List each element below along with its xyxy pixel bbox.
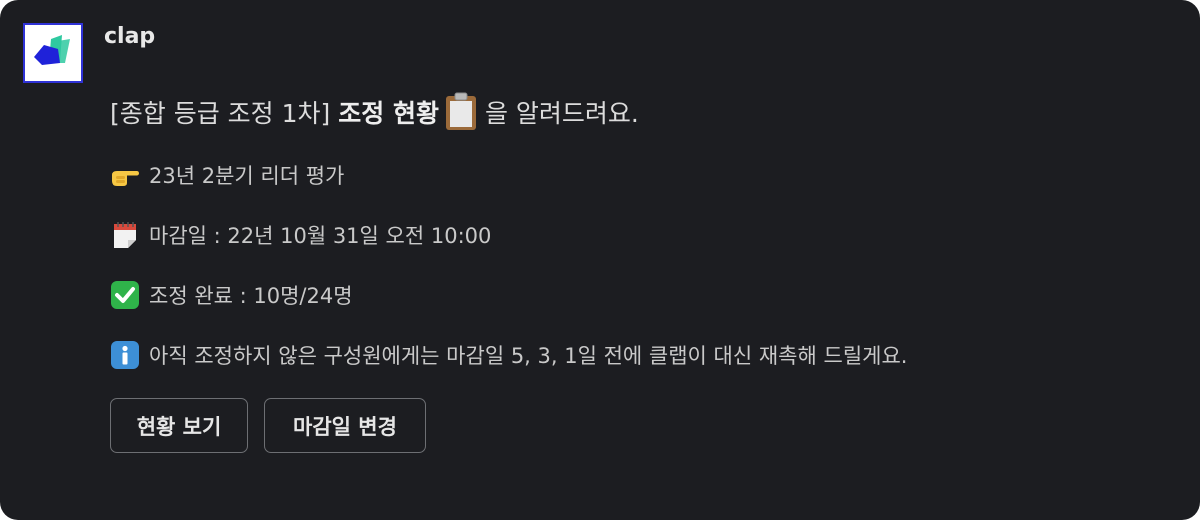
title-prefix: [종합 등급 조정 1차] [110, 99, 331, 128]
clap-logo-avatar[interactable] [23, 23, 83, 83]
list-item-text: 마감일 : 22년 10월 31일 오전 10:00 [149, 224, 492, 248]
view-status-button[interactable]: 현황 보기 [110, 398, 248, 453]
list-item: 23년 2분기 리더 평가 [110, 160, 344, 190]
list-item: 아직 조정하지 않은 구성원에게는 마감일 5, 3, 1일 전에 클랩이 대신… [110, 340, 907, 370]
list-item: 조정 완료 : 10명/24명 [110, 280, 353, 310]
message-title: [종합 등급 조정 1차] 조정 현황 을 알려드려요. [110, 92, 639, 132]
title-suffix: 을 알려드려요. [484, 99, 639, 128]
list-item-text: 조정 완료 : 10명/24명 [149, 284, 353, 308]
check-mark-icon [110, 280, 140, 310]
list-item: 마감일 : 22년 10월 31일 오전 10:00 [110, 220, 491, 250]
list-item-text: 23년 2분기 리더 평가 [149, 164, 345, 188]
calendar-icon [110, 220, 140, 250]
clap-logo-icon [34, 35, 70, 65]
clipboard-icon [443, 92, 479, 132]
list-item-text: 아직 조정하지 않은 구성원에게는 마감일 5, 3, 1일 전에 클랩이 대신… [149, 344, 908, 368]
sender-name[interactable]: clap [104, 24, 155, 49]
title-bold: 조정 현황 [338, 99, 439, 128]
message-card: clap [종합 등급 조정 1차] 조정 현황 을 알려드려요. 23년 2분… [0, 0, 1200, 520]
change-deadline-button[interactable]: 마감일 변경 [264, 398, 426, 453]
pointing-hand-icon [110, 160, 140, 190]
information-icon [110, 340, 140, 370]
